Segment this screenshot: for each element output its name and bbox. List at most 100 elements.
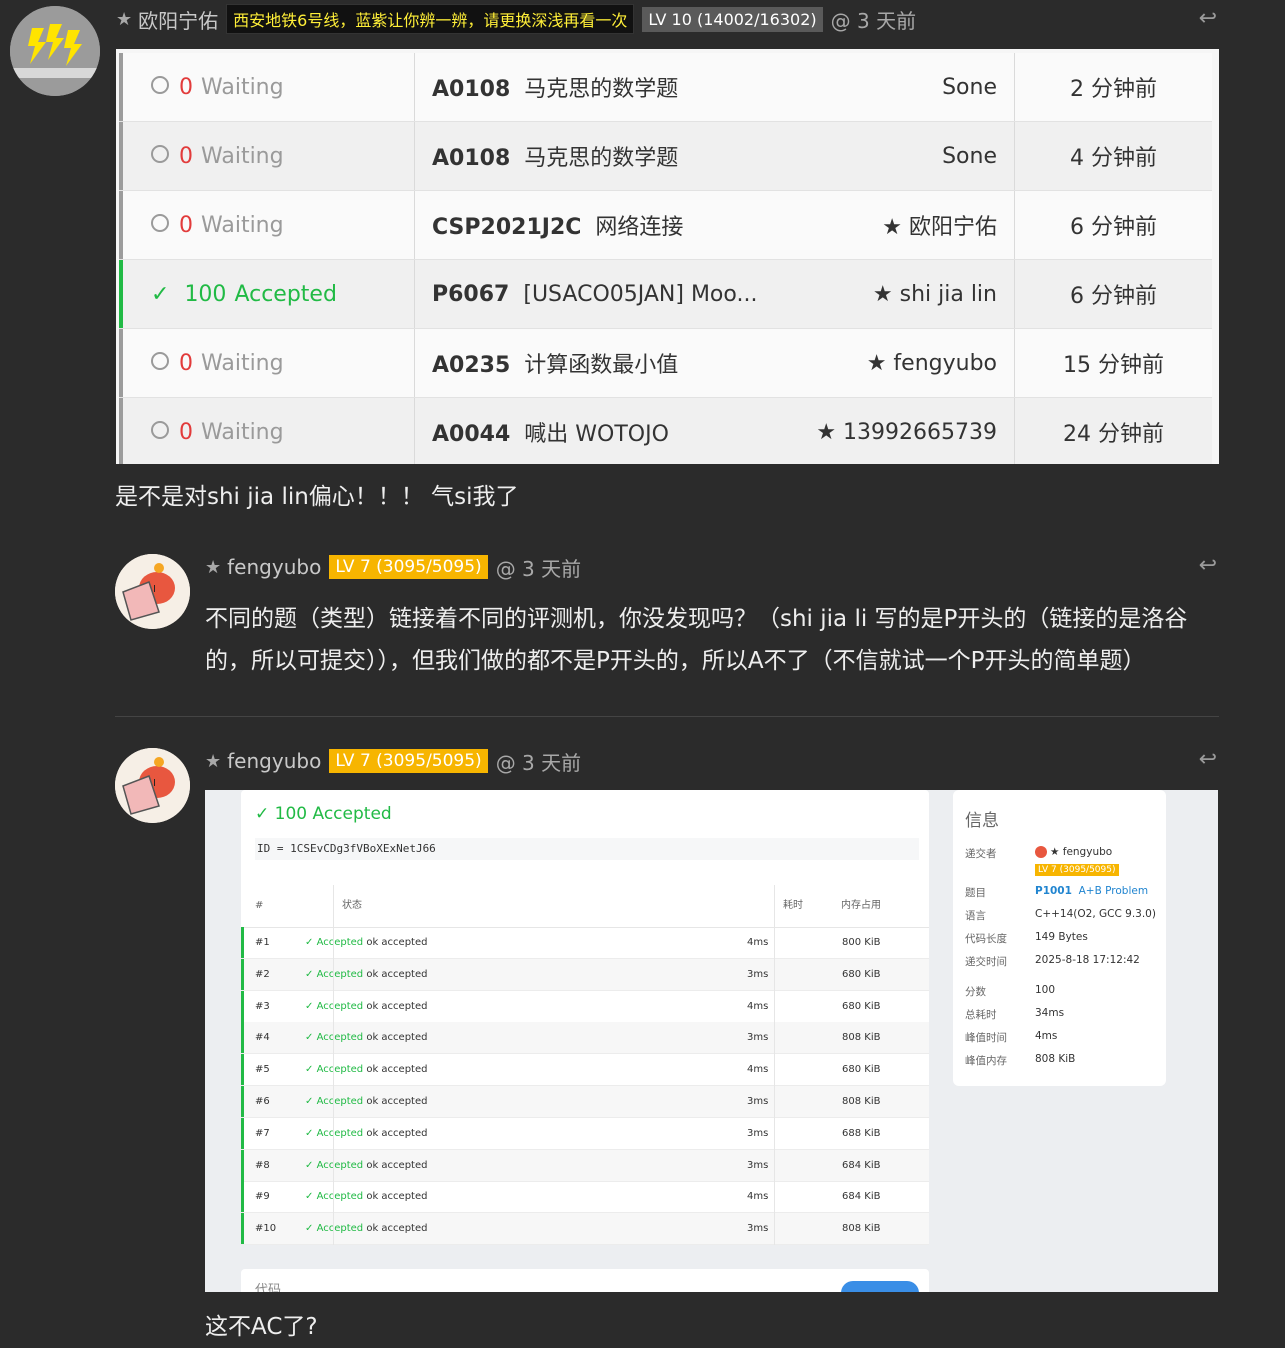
case-number: #7 xyxy=(255,1127,270,1139)
problem-title: 网络连接 xyxy=(595,215,684,240)
info-title: 信息 xyxy=(965,811,999,831)
reply-icon[interactable]: ↩ xyxy=(1199,553,1217,578)
submission-row[interactable]: 0 Waiting A0235 计算函数最小值 ★ fengyubo 15 分钟前 xyxy=(119,329,1212,398)
status-text: Accepted xyxy=(234,281,337,307)
divider xyxy=(333,885,334,1245)
submission-row[interactable]: 0 Waiting CSP2021J2C 网络连接 ★ 欧阳宁佑 6 分钟前 xyxy=(119,191,1212,260)
table-row[interactable]: #6 ✓ Accepted ok accepted 3ms 808 KiB xyxy=(241,1086,929,1118)
table-row[interactable]: #9 ✓ Accepted ok accepted 4ms 684 KiB xyxy=(241,1181,929,1214)
submission-status[interactable]: 0 Waiting xyxy=(151,420,284,445)
user-link[interactable]: ★ 13992665739 xyxy=(816,420,997,445)
submission-row[interactable]: 0 Waiting A0108 马克思的数学题 Sone 4 分钟前 xyxy=(119,122,1212,191)
problem-title: 喊出 WOTOJO xyxy=(524,422,669,447)
user-link[interactable]: Sone xyxy=(942,75,997,100)
user-link[interactable]: Sone xyxy=(942,144,997,169)
problem-link[interactable]: P6067 [USACO05JAN] Moo... xyxy=(432,282,757,307)
info-label: 递交时间 xyxy=(965,956,1007,968)
submission-status[interactable]: 0 Waiting xyxy=(151,213,284,238)
submission-row[interactable]: 0 Waiting A0044 喊出 WOTOJO ★ 13992665739 24 分钟… xyxy=(119,398,1212,464)
reply-icon[interactable]: ↩ xyxy=(1199,6,1217,31)
case-message: ok accepted xyxy=(366,1096,428,1107)
problem-link[interactable]: A0235 计算函数最小值 xyxy=(432,347,678,379)
table-row[interactable]: #10 ✓ Accepted ok accepted 3ms 808 KiB xyxy=(241,1213,929,1246)
record-status-title: ✓ 100 Accepted xyxy=(255,804,392,824)
info-label: 题目 xyxy=(965,887,986,899)
case-memory: 680 KiB xyxy=(842,968,881,980)
avatar[interactable]: I xyxy=(115,554,190,629)
score: 0 xyxy=(179,143,193,169)
user-link[interactable]: ★ 欧阳宁佑 xyxy=(882,209,997,241)
level-badge: LV 7 (3095/5095) xyxy=(329,749,488,773)
username-link[interactable]: fengyubo xyxy=(227,555,321,579)
check-icon: ✓ xyxy=(305,1223,317,1235)
case-status: ✓ Accepted ok accepted xyxy=(305,927,427,958)
case-time: 3ms xyxy=(747,1223,769,1235)
submission-row[interactable]: 0 Waiting A0108 马克思的数学题 Sone 2 分钟前 xyxy=(119,53,1212,122)
status-bar xyxy=(241,1149,244,1181)
problem-link[interactable]: A0044 喊出 WOTOJO xyxy=(432,416,669,448)
svg-text:I: I xyxy=(153,584,156,595)
case-time: 3ms xyxy=(747,1096,769,1107)
status-bar xyxy=(241,958,244,990)
case-status: ✓ Accepted ok accepted xyxy=(305,1054,427,1085)
table-row[interactable]: #3 ✓ Accepted ok accepted 4ms 680 KiB xyxy=(241,990,929,1023)
info-value: 149 Bytes xyxy=(1035,931,1088,943)
reply-icon[interactable]: ↩ xyxy=(1199,747,1217,772)
problem-id: A0108 xyxy=(432,77,511,102)
info-value: 2025-8-18 17:12:42 xyxy=(1035,954,1140,966)
submission-row[interactable]: ✓ 100 Accepted P6067 [USACO05JAN] Moo... ★ s… xyxy=(119,260,1212,329)
username-link[interactable]: fengyubo xyxy=(227,749,321,773)
table-row[interactable]: #8 ✓ Accepted ok accepted 3ms 684 KiB xyxy=(241,1149,929,1182)
user-name: shi jia lin xyxy=(899,281,997,307)
code-card: 代码 xyxy=(241,1269,929,1292)
check-icon: ✓ xyxy=(305,968,317,980)
avatar[interactable] xyxy=(10,6,100,96)
problem-link[interactable]: A0108 马克思的数学题 xyxy=(432,140,678,172)
status-bar xyxy=(119,53,123,121)
problem-id: A0235 xyxy=(432,353,511,378)
info-card: 信息 递交者 ★ fengyubo LV 7 (3095/5095) 题目 P1… xyxy=(953,790,1166,1086)
case-memory: 688 KiB xyxy=(842,1127,881,1139)
case-time: 3ms xyxy=(747,1127,769,1139)
submission-status[interactable]: 0 Waiting xyxy=(151,351,284,376)
table-row[interactable]: #7 ✓ Accepted ok accepted 3ms 688 KiB xyxy=(241,1117,929,1150)
case-message: ok accepted xyxy=(366,1223,428,1235)
case-message: ok accepted xyxy=(366,1000,428,1012)
copy-button[interactable] xyxy=(841,1281,919,1292)
avatar[interactable]: I xyxy=(115,748,190,823)
table-row[interactable]: #2 ✓ Accepted ok accepted 3ms 680 KiB xyxy=(241,958,929,991)
username-link[interactable]: 欧阳宁佑 xyxy=(138,5,218,34)
case-status-text: Accepted xyxy=(316,937,364,948)
submission-status[interactable]: 0 Waiting xyxy=(151,144,284,169)
user-link[interactable]: ★ fengyubo xyxy=(867,351,997,376)
status-bar xyxy=(119,329,123,397)
problem-link[interactable]: P1001 A+B Problem xyxy=(1035,885,1148,897)
user-link[interactable]: ★ shi jia lin xyxy=(873,282,997,307)
submission-status[interactable]: 0 Waiting xyxy=(151,75,284,100)
submitter-link[interactable]: ★ fengyubo xyxy=(1035,846,1112,858)
submission-list-screenshot: 0 Waiting A0108 马克思的数学题 Sone 2 分钟前 0 Waiting A01… xyxy=(116,49,1219,464)
comment-body: 这不AC了? xyxy=(205,1314,318,1340)
table-row[interactable]: #4 ✓ Accepted ok accepted 3ms 808 KiB xyxy=(241,1022,929,1055)
problem-link[interactable]: CSP2021J2C 网络连接 xyxy=(432,209,683,241)
check-icon: ✓ xyxy=(305,1127,317,1139)
capybara-avatar-icon: I xyxy=(115,748,190,823)
submitter-level: LV 7 (3095/5095) xyxy=(1035,863,1119,876)
submission-status[interactable]: ✓ 100 Accepted xyxy=(151,282,337,307)
case-message: ok accepted xyxy=(366,1064,428,1076)
status-bar xyxy=(241,990,244,1022)
case-number: #4 xyxy=(255,1032,270,1044)
case-time: 4ms xyxy=(747,1000,769,1012)
user-name: Sone xyxy=(942,143,997,169)
record-id: ID = 1CSEvCDg3fVBoXExNetJ66 xyxy=(255,838,919,860)
table-row[interactable]: #1 ✓ Accepted ok accepted 4ms 800 KiB xyxy=(241,927,929,959)
case-message: ok accepted xyxy=(366,1191,428,1203)
check-icon: ✓ xyxy=(305,1064,317,1076)
star-icon: ★ xyxy=(116,8,133,30)
problem-link[interactable]: A0108 马克思的数学题 xyxy=(432,71,678,103)
case-status: ✓ Accepted ok accepted xyxy=(305,959,427,990)
clock-icon xyxy=(151,213,169,232)
info-value: 808 KiB xyxy=(1035,1053,1076,1065)
case-status-text: Accepted xyxy=(316,1064,364,1076)
table-row[interactable]: #5 ✓ Accepted ok accepted 4ms 680 KiB xyxy=(241,1054,929,1087)
